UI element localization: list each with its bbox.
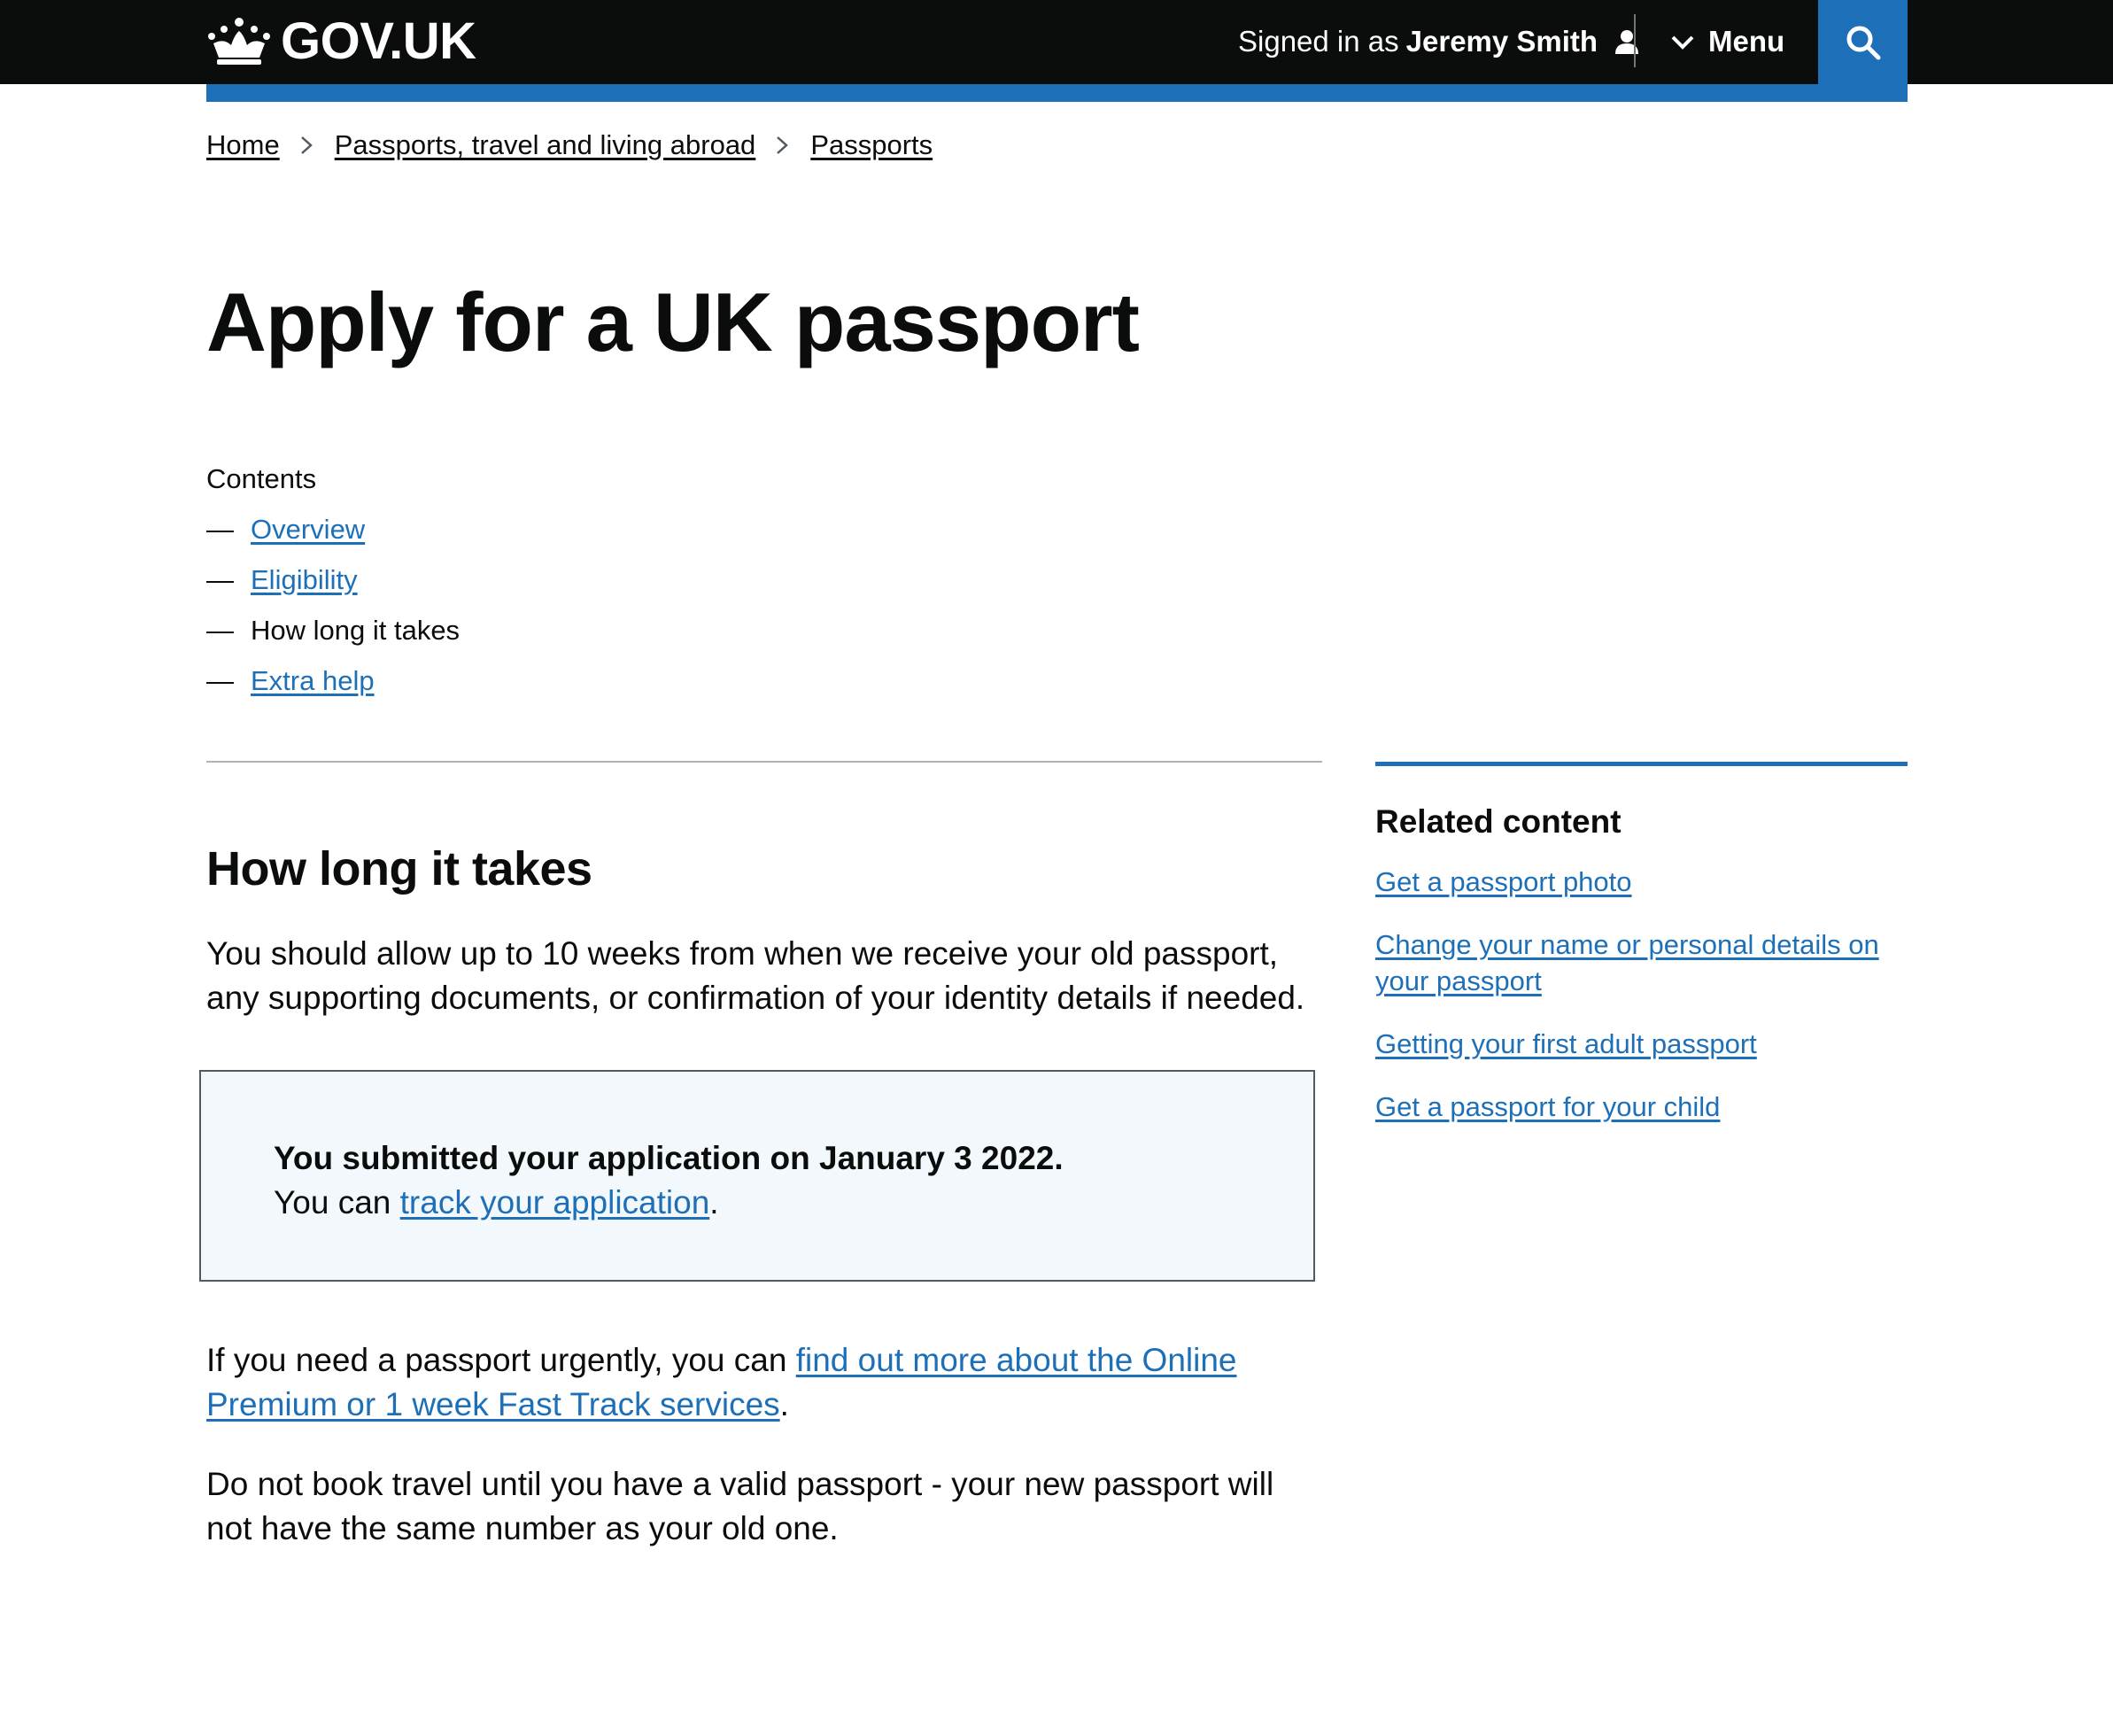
related-content-title: Related content xyxy=(1375,803,1622,840)
contents-item-how-long: — How long it takes xyxy=(206,615,460,665)
contents-link-overview[interactable]: Overview xyxy=(251,514,365,546)
user-name: Jeremy Smith xyxy=(1405,25,1598,58)
chevron-right-icon xyxy=(777,136,789,154)
logo-text: GOV.UK xyxy=(281,12,476,70)
signed-in-prefix: Signed in as xyxy=(1238,25,1399,58)
related-link-change-details[interactable]: Change your name or personal details on … xyxy=(1375,929,1879,996)
dash: — xyxy=(206,615,234,646)
related-link-child-passport[interactable]: Get a passport for your child xyxy=(1375,1091,1720,1122)
contents-item-overview: — Overview xyxy=(206,514,460,564)
header-divider xyxy=(1634,14,1636,67)
signed-in-status: Signed in as Jeremy Smith xyxy=(1238,19,1640,64)
notice-prefix: You can xyxy=(274,1184,400,1221)
dash: — xyxy=(206,514,234,545)
paragraph-urgent: If you need a passport urgently, you can… xyxy=(206,1338,1322,1427)
related-content: Related content Get a passport photo Cha… xyxy=(1375,762,1908,1151)
govuk-logo-link[interactable]: GOV.UK xyxy=(206,12,476,71)
contents-item-eligibility: — Eligibility xyxy=(206,564,460,615)
related-item: Get a passport for your child xyxy=(1375,1089,1908,1125)
paragraph-allow-time: You should allow up to 10 weeks from whe… xyxy=(206,935,1305,1016)
dash: — xyxy=(206,665,234,696)
related-item: Change your name or personal details on … xyxy=(1375,926,1908,999)
contents-item-extra-help: — Extra help xyxy=(206,665,460,716)
chevron-down-icon xyxy=(1671,35,1694,50)
breadcrumb-passports[interactable]: Passports xyxy=(810,129,933,161)
contents-list: — Overview — Eligibility — How long it t… xyxy=(206,514,460,716)
notice-submitted-text: You submitted your application on Januar… xyxy=(274,1140,1064,1176)
track-application-link[interactable]: track your application xyxy=(400,1184,710,1221)
urgent-prefix: If you need a passport urgently, you can xyxy=(206,1342,796,1378)
breadcrumb-home[interactable]: Home xyxy=(206,129,280,161)
related-link-passport-photo[interactable]: Get a passport photo xyxy=(1375,866,1632,897)
search-button[interactable] xyxy=(1818,0,1908,84)
notice-suffix: . xyxy=(709,1184,719,1221)
contents-current-how-long: How long it takes xyxy=(251,615,461,646)
chevron-right-icon xyxy=(300,136,313,154)
contents-link-eligibility[interactable]: Eligibility xyxy=(251,564,358,596)
breadcrumb: Home Passports, travel and living abroad… xyxy=(206,129,933,161)
crown-icon xyxy=(208,18,270,65)
section-heading: How long it takes xyxy=(206,842,592,895)
related-item: Getting your first adult passport xyxy=(1375,1026,1908,1062)
related-item: Get a passport photo xyxy=(1375,864,1908,900)
contents-link-extra-help[interactable]: Extra help xyxy=(251,665,375,697)
application-notice: You submitted your application on Januar… xyxy=(199,1070,1315,1282)
contents-label: Contents xyxy=(206,463,317,494)
site-header: GOV.UK Signed in as Jeremy Smith Menu xyxy=(0,0,2113,84)
page-title: Apply for a UK passport xyxy=(206,275,1140,368)
header-accent-bar xyxy=(206,84,1908,102)
user-icon xyxy=(1615,30,1639,54)
paragraph-travel-warning: Do not book travel until you have a vali… xyxy=(206,1466,1274,1546)
search-icon xyxy=(1846,26,1880,59)
dash: — xyxy=(206,564,234,595)
related-links: Get a passport photo Change your name or… xyxy=(1375,864,1908,1125)
breadcrumb-passports-travel[interactable]: Passports, travel and living abroad xyxy=(335,129,756,161)
section-divider xyxy=(206,761,1322,763)
menu-label: Menu xyxy=(1708,25,1785,58)
menu-button[interactable]: Menu xyxy=(1669,19,1784,64)
related-link-first-adult-passport[interactable]: Getting your first adult passport xyxy=(1375,1028,1757,1059)
urgent-suffix: . xyxy=(779,1386,789,1422)
